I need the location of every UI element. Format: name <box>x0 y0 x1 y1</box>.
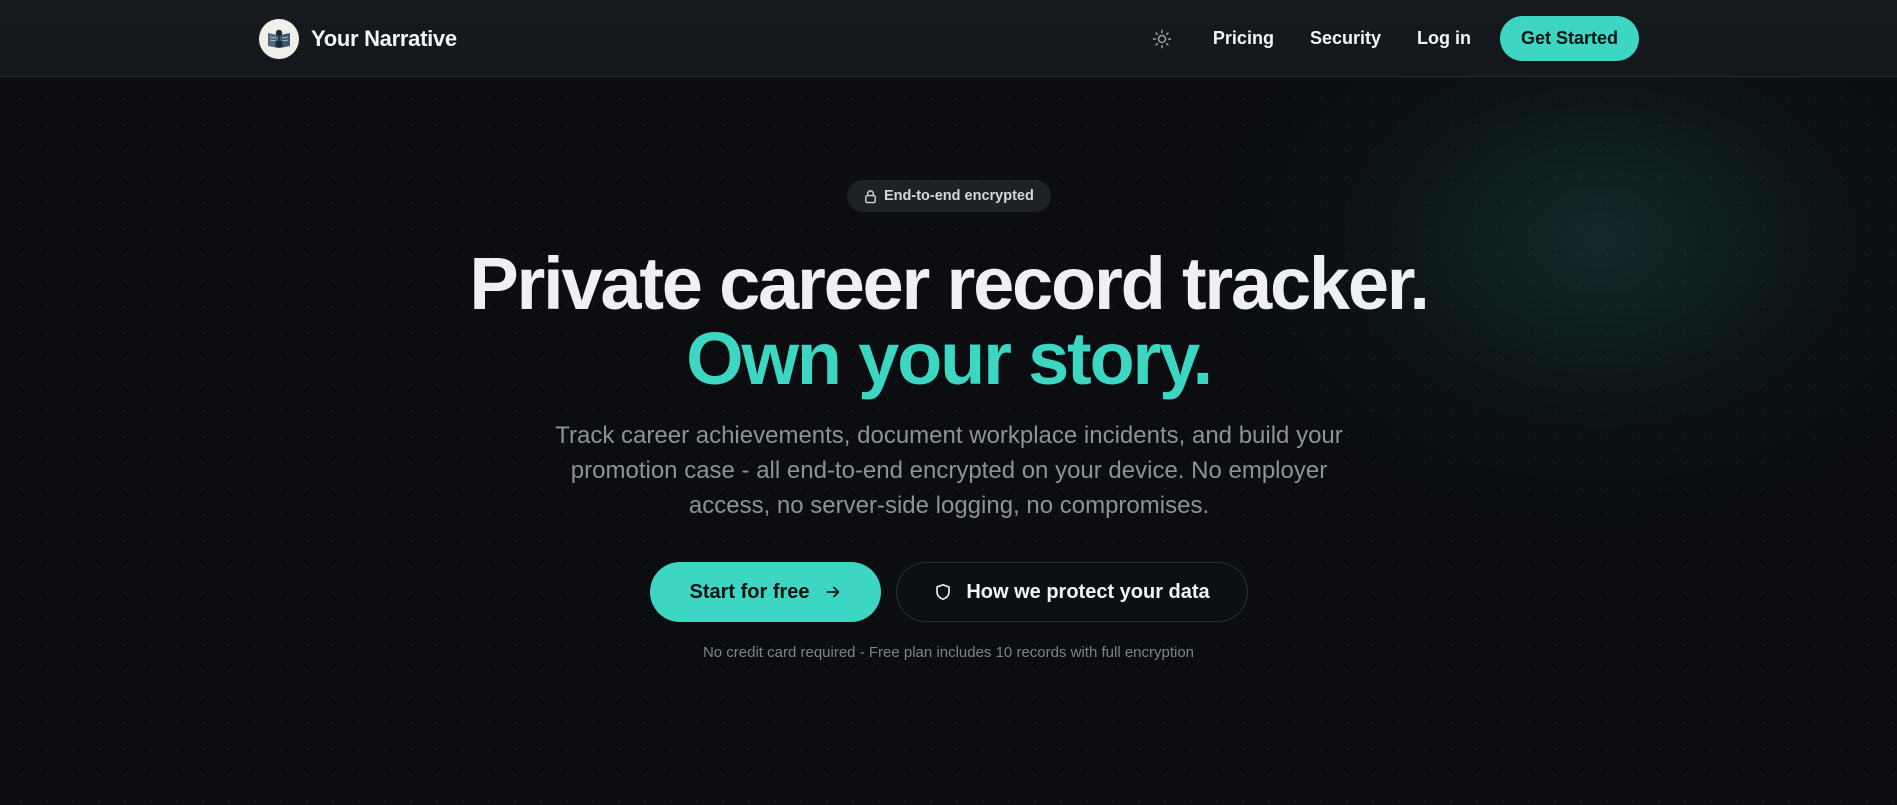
nav-login-link[interactable]: Log in <box>1417 28 1471 49</box>
hero-footnote: No credit card required - Free plan incl… <box>702 644 1195 661</box>
main-nav: Pricing Security Log in Get Started <box>1148 16 1639 61</box>
lock-icon <box>865 189 876 203</box>
encryption-badge: End-to-end encrypted <box>847 180 1051 212</box>
how-we-protect-data-label: How we protect your data <box>966 580 1210 603</box>
how-we-protect-data-button[interactable]: How we protect your data <box>896 562 1248 622</box>
hero-title-accent: Own your story. <box>686 317 1213 400</box>
dotted-background <box>0 0 1897 805</box>
book-logo-icon <box>259 19 299 59</box>
badge-text: End-to-end encrypted <box>884 188 1034 204</box>
hero-title: Private career record tracker. <box>469 242 1430 325</box>
sun-icon <box>1152 29 1172 48</box>
brand-link[interactable]: Your Narrative <box>259 19 457 59</box>
nav-security-link[interactable]: Security <box>1310 28 1381 49</box>
nav-pricing-link[interactable]: Pricing <box>1213 28 1274 49</box>
shield-icon <box>936 584 951 600</box>
brand-name: Your Narrative <box>311 26 457 51</box>
start-for-free-button[interactable]: Start for free <box>650 562 881 622</box>
get-started-button[interactable]: Get Started <box>1499 16 1639 61</box>
arrow-right-icon <box>826 586 839 598</box>
start-for-free-label: Start for free <box>689 580 810 603</box>
theme-toggle-button[interactable] <box>1148 25 1176 53</box>
hero-subtitle: Track career achievements, document work… <box>555 422 1343 519</box>
top-navbar: Your Narrative Pricing Security Log in G… <box>0 0 1897 77</box>
